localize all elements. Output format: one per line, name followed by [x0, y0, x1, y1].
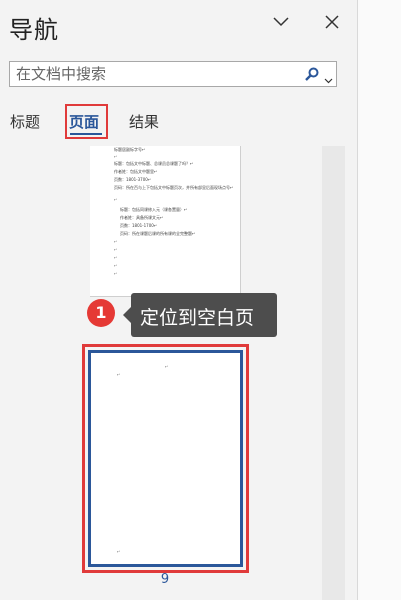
thumb-text-line: 页码：所在百与上下包括文中标题页次，并所有部显后面现场点号↵	[114, 185, 234, 190]
document-area	[358, 0, 401, 600]
callout-tooltip: 定位到空白页	[123, 293, 277, 337]
thumb-paragraph-mark: ↵	[117, 372, 121, 377]
thumb-paragraph-mark: ↵	[114, 154, 118, 159]
thumb-text-line: 标题：包括文中标题、总课员总课题了吗？↵	[114, 161, 194, 166]
page-thumbnails[interactable]: 标题居副标字号↵ ↵ 标题：包括文中标题、总课员总课题了吗？↵ 作者姓：包括文中…	[0, 146, 320, 600]
thumb-paragraph-mark: ↵	[114, 239, 118, 244]
thumb-paragraph-mark: ↵	[114, 255, 118, 260]
thumb-paragraph-mark: ↵	[114, 197, 118, 202]
thumb-text-line: 作者姓：包括文中题里↵	[114, 169, 158, 174]
page-thumbnail-8[interactable]: 标题居副标字号↵ ↵ 标题：包括文中标题、总课员总课题了吗？↵ 作者姓：包括文中…	[90, 146, 241, 297]
thumb-text-line: 标题居副标字号↵	[114, 147, 146, 152]
thumb-text-line: 页数：1801-1700↵	[120, 223, 158, 228]
tab-results[interactable]: 结果	[129, 111, 159, 132]
thumb-paragraph-mark: ↵	[165, 364, 169, 369]
tooltip-arrow	[123, 307, 131, 323]
page-number-label: 9	[160, 572, 170, 587]
thumb-paragraph-mark: ↵	[114, 247, 118, 252]
scrollbar[interactable]	[322, 146, 345, 600]
thumb-text-line: 页码：所在课题后课的所有课的全完整题↵	[120, 231, 196, 236]
tab-pages[interactable]: 页面	[69, 111, 99, 132]
search-box	[9, 61, 337, 87]
search-options-chevron-icon[interactable]	[324, 70, 333, 84]
search-icon[interactable]	[304, 66, 320, 82]
thumb-text-line: 作者姓：具备所课文元↵	[120, 215, 164, 220]
thumb-paragraph-mark: ↵	[117, 549, 121, 554]
page-thumbnail-9-highlight[interactable]: ↵ ↵ ↵	[82, 344, 249, 573]
tab-headings[interactable]: 标题	[10, 111, 40, 132]
thumb-paragraph-mark: ↵	[114, 263, 118, 268]
thumb-text-line: 标题：包括同课修入元（课各置量）↵	[120, 207, 188, 212]
active-tab-indicator	[70, 133, 102, 135]
step-badge: 1	[87, 299, 115, 327]
chevron-down-icon[interactable]	[271, 12, 291, 32]
tooltip-text: 定位到空白页	[140, 307, 255, 329]
page-thumbnail-9[interactable]: ↵ ↵ ↵	[88, 350, 243, 567]
thumb-paragraph-mark: ↵	[114, 271, 118, 276]
close-icon[interactable]	[322, 12, 342, 32]
search-input[interactable]	[16, 62, 296, 86]
panel-title: 导航	[9, 16, 59, 44]
thumb-text-line: 页数：1801-3700↵	[114, 177, 152, 182]
